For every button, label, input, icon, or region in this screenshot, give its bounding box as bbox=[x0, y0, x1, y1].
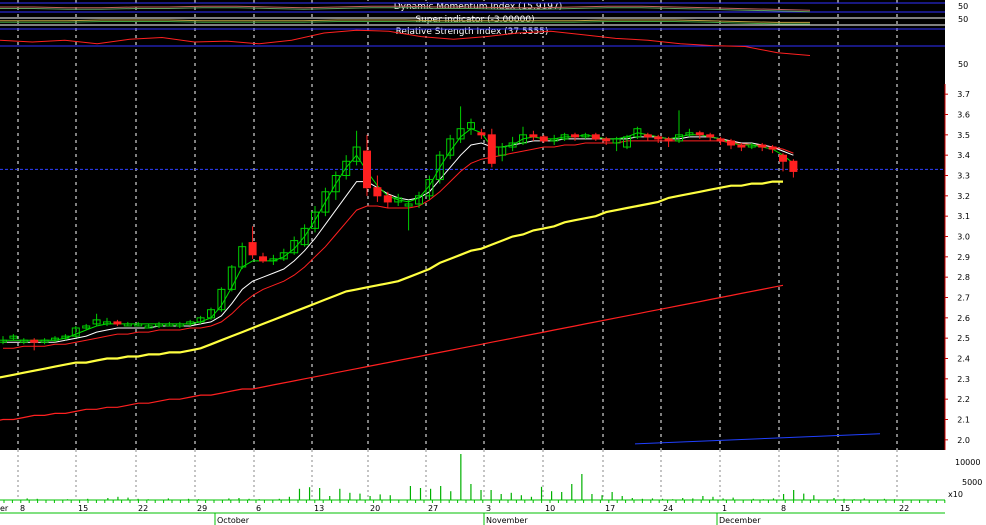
price-tick-label: 3.3 bbox=[957, 172, 970, 181]
candle-body bbox=[602, 138, 611, 142]
right-axis-panel bbox=[945, 0, 986, 525]
date-tick-label: 20 bbox=[370, 504, 380, 513]
volume-panel bbox=[0, 450, 945, 500]
price-tick-label: 3.7 bbox=[957, 90, 970, 99]
date-tick-label: 22 bbox=[899, 504, 909, 513]
price-tick-label: 2.5 bbox=[957, 334, 970, 343]
date-tick-label: 8 bbox=[781, 504, 786, 513]
price-tick-label: 2.8 bbox=[957, 273, 970, 282]
candle-body bbox=[363, 150, 371, 189]
date-tick-label: 15 bbox=[840, 504, 850, 513]
month-label: December bbox=[719, 516, 761, 525]
candle-body bbox=[643, 134, 652, 138]
date-tick-label: 17 bbox=[605, 504, 615, 513]
super-indicator-label: Super indicator (-3.00000) bbox=[415, 15, 534, 25]
stock-chart[interactable]: Dynamic Momentum Index (15.9197) Super i… bbox=[0, 0, 986, 525]
date-tick-label: 6 bbox=[256, 504, 261, 513]
candle-body bbox=[654, 136, 663, 140]
date-tick-label: 8 bbox=[20, 504, 25, 513]
super-tick-50: 50 bbox=[958, 15, 968, 24]
rsi-tick-50: 50 bbox=[958, 60, 968, 69]
candle-body bbox=[383, 195, 392, 203]
volume-scale-label: x10 bbox=[948, 490, 963, 499]
candle-body bbox=[779, 154, 787, 162]
month-label: October bbox=[217, 516, 250, 525]
price-tick-label: 2.1 bbox=[957, 416, 970, 425]
price-tick-label: 3.2 bbox=[957, 192, 970, 201]
price-tick-label: 3.6 bbox=[957, 111, 970, 120]
month-label: November bbox=[486, 516, 528, 525]
price-tick-label: 2.0 bbox=[957, 436, 970, 445]
date-tick-label: 24 bbox=[663, 504, 673, 513]
volume-tick-5000: 5000 bbox=[962, 478, 982, 487]
price-tick-label: 3.1 bbox=[957, 212, 970, 221]
candle-body bbox=[695, 132, 704, 136]
candle-body bbox=[529, 134, 538, 138]
date-tick-label: 10 bbox=[545, 504, 555, 513]
volume-tick-10000: 10000 bbox=[955, 458, 980, 467]
candle-body bbox=[30, 339, 39, 343]
candle-body bbox=[477, 132, 486, 136]
price-tick-label: 2.6 bbox=[957, 314, 970, 323]
price-tick-label: 2.3 bbox=[957, 375, 970, 384]
dmi-tick-50: 50 bbox=[958, 2, 968, 11]
candle-body bbox=[716, 138, 725, 142]
price-tick-label: 2.4 bbox=[957, 355, 970, 364]
price-tick-label: 3.4 bbox=[957, 151, 970, 160]
candle-body bbox=[373, 187, 382, 197]
price-tick-label: 3.5 bbox=[957, 131, 970, 140]
candle-body bbox=[539, 136, 548, 142]
date-tick-label: 22 bbox=[138, 504, 148, 513]
date-tick-label: 1 bbox=[722, 504, 727, 513]
candle-body bbox=[664, 138, 673, 142]
price-tick-label: 3.0 bbox=[957, 233, 970, 242]
candle-body bbox=[113, 321, 122, 325]
candle-body bbox=[789, 160, 798, 172]
candle-body bbox=[487, 134, 496, 164]
date-tick-label: 3 bbox=[486, 504, 491, 513]
price-tick-label: 2.2 bbox=[957, 395, 970, 404]
date-tick-label: 15 bbox=[78, 504, 88, 513]
candle-body bbox=[768, 146, 777, 150]
candle-body bbox=[571, 134, 579, 138]
date-tick-label: 27 bbox=[428, 504, 438, 513]
candle-body bbox=[706, 134, 715, 138]
date-tick-label: 29 bbox=[197, 504, 207, 513]
date-tick-label: 13 bbox=[314, 504, 324, 513]
left-month-fragment: er bbox=[0, 504, 9, 513]
candle-body bbox=[248, 242, 257, 256]
candle-body bbox=[259, 256, 267, 262]
candle-body bbox=[737, 144, 746, 148]
candle-body bbox=[591, 134, 600, 140]
price-tick-label: 2.7 bbox=[957, 294, 970, 303]
price-tick-label: 2.9 bbox=[957, 253, 970, 262]
candle-body bbox=[758, 144, 767, 148]
candle-body bbox=[727, 140, 735, 146]
